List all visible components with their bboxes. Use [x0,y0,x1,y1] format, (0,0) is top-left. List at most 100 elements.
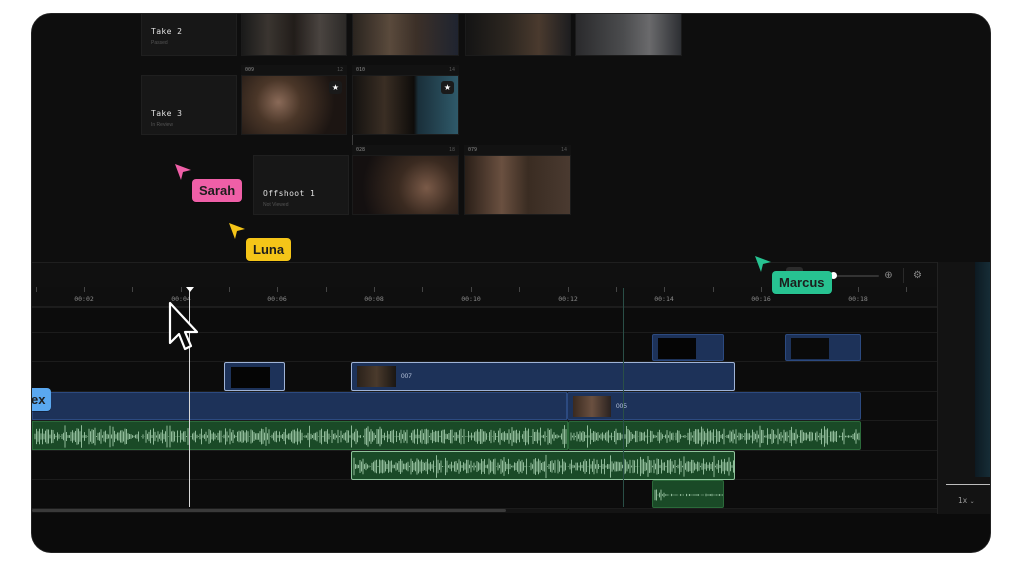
playback-speed-value: 1x [958,496,968,505]
ruler-time-label: 00:02 [74,295,94,303]
ruler-tick [422,287,423,292]
viewer-preview [975,262,990,477]
ruler-time-label: 00:06 [267,295,287,303]
audio-waveform [34,425,567,448]
star-icon[interactable]: ★ [329,81,342,94]
cursor-arrow-icon [175,164,191,180]
clip-frame [573,396,611,417]
audio-clip[interactable] [652,480,724,508]
clip-frame [791,338,829,359]
take-title: Take 3 [151,109,183,118]
audio-waveform [570,425,860,448]
ruler-time-label: 00:16 [751,295,771,303]
cursor-arrow-icon [229,223,245,239]
audio-waveform [654,489,723,501]
clip-frame [658,338,696,359]
waveform-path [34,425,567,448]
ruler-time-label: 00:08 [364,295,384,303]
clip-count: 14 [448,67,455,73]
takes-panel: Take 2 Passed Take 3 In Review 009 12 ★ … [32,14,990,262]
ruler-tick [664,287,665,292]
video-clip-007[interactable]: 007 [351,362,735,391]
take-status: Not Viewed [263,202,289,208]
clip-header: 010 14 [352,65,459,75]
ruler-tick [761,287,762,292]
clip-thumbnail[interactable] [352,14,459,56]
ruler-time-label: 00:10 [461,295,481,303]
ruler-time-label: 00:14 [654,295,674,303]
ruler-tick [229,287,230,292]
ruler-time-label: 00:18 [848,295,868,303]
ruler-tick [616,287,617,292]
collaborator-name-tag: Sarah [192,179,243,202]
waveform-path [570,425,860,448]
clip-label: 005 [616,403,627,410]
ruler-tick [36,287,37,292]
scrollbar-thumb[interactable] [32,509,506,512]
clip-count: 12 [336,67,343,73]
take-status: In Review [151,122,173,128]
waveform-path [654,489,723,501]
clip-id: 028 [356,147,366,153]
ruler-tick [906,287,907,292]
video-clip[interactable] [652,334,724,361]
ruler-tick [713,287,714,292]
ruler-tick [277,287,278,292]
ruler-tick [519,287,520,292]
clip-thumbnail[interactable]: ★ [352,75,459,135]
horizontal-scrollbar[interactable] [32,509,937,513]
offshoot-1-label[interactable]: Offshoot 1 Not Viewed [253,155,349,215]
clip-thumbnail[interactable] [575,14,682,56]
clip-thumbnail[interactable] [241,14,347,56]
clip-id: 079 [468,147,478,153]
clip-header: 079 14 [464,145,571,155]
ruler-tick [181,287,182,292]
cursor-arrow-icon [755,256,771,272]
ruler-tick [326,287,327,292]
zoom-slider[interactable] [827,272,879,279]
bottom-bar [32,514,990,552]
ruler-tick [374,287,375,292]
video-clip-005[interactable]: 005 [567,392,861,420]
take-2-label[interactable]: Take 2 Passed [141,14,237,56]
video-clip[interactable] [32,392,567,420]
ruler-tick [132,287,133,292]
settings-icon[interactable]: ⚙ [912,270,923,281]
panel-divider [946,484,990,485]
clip-frame [357,366,396,387]
timeline-marker [623,288,624,507]
chevron-down-icon: ⌄ [969,498,975,505]
clip-id: 010 [356,67,366,73]
clip-thumbnail[interactable]: ★ [241,75,347,135]
clip-header: 009 12 [241,65,347,75]
ruler-tick [84,287,85,292]
app-window: Take 2 Passed Take 3 In Review 009 12 ★ … [31,13,991,553]
ruler-tick [858,287,859,292]
video-clip[interactable] [785,334,861,361]
take-3-label[interactable]: Take 3 In Review [141,75,237,135]
toolbar-divider [903,268,904,283]
video-clip-selected[interactable] [224,362,285,391]
clip-label: 007 [401,373,412,380]
audio-clip[interactable] [568,421,861,450]
clip-count: 18 [448,147,455,153]
zoom-in-icon[interactable]: ⊕ [883,270,894,281]
clip-frame [231,367,270,388]
waveform-path [353,454,734,479]
clip-thumbnail[interactable] [352,155,459,215]
clip-header: 028 18 [352,145,459,155]
mouse-pointer-icon [168,301,199,351]
star-icon[interactable]: ★ [441,81,454,94]
collaborator-name-tag: Luna [246,238,292,261]
audio-clip-selected[interactable] [351,451,735,480]
collaborator-name-tag: ex [32,388,52,411]
ruler-time-label: 00:12 [558,295,578,303]
take-title: Take 2 [151,27,183,36]
clip-thumbnail[interactable] [465,14,571,56]
playback-speed-select[interactable]: 1x ⌄ [958,496,975,505]
clip-thumbnail[interactable] [464,155,571,215]
side-panel: 1x ⌄ [937,262,990,514]
playhead-handle[interactable] [186,287,194,292]
take-title: Offshoot 1 [263,189,316,198]
audio-clip[interactable] [32,421,568,450]
